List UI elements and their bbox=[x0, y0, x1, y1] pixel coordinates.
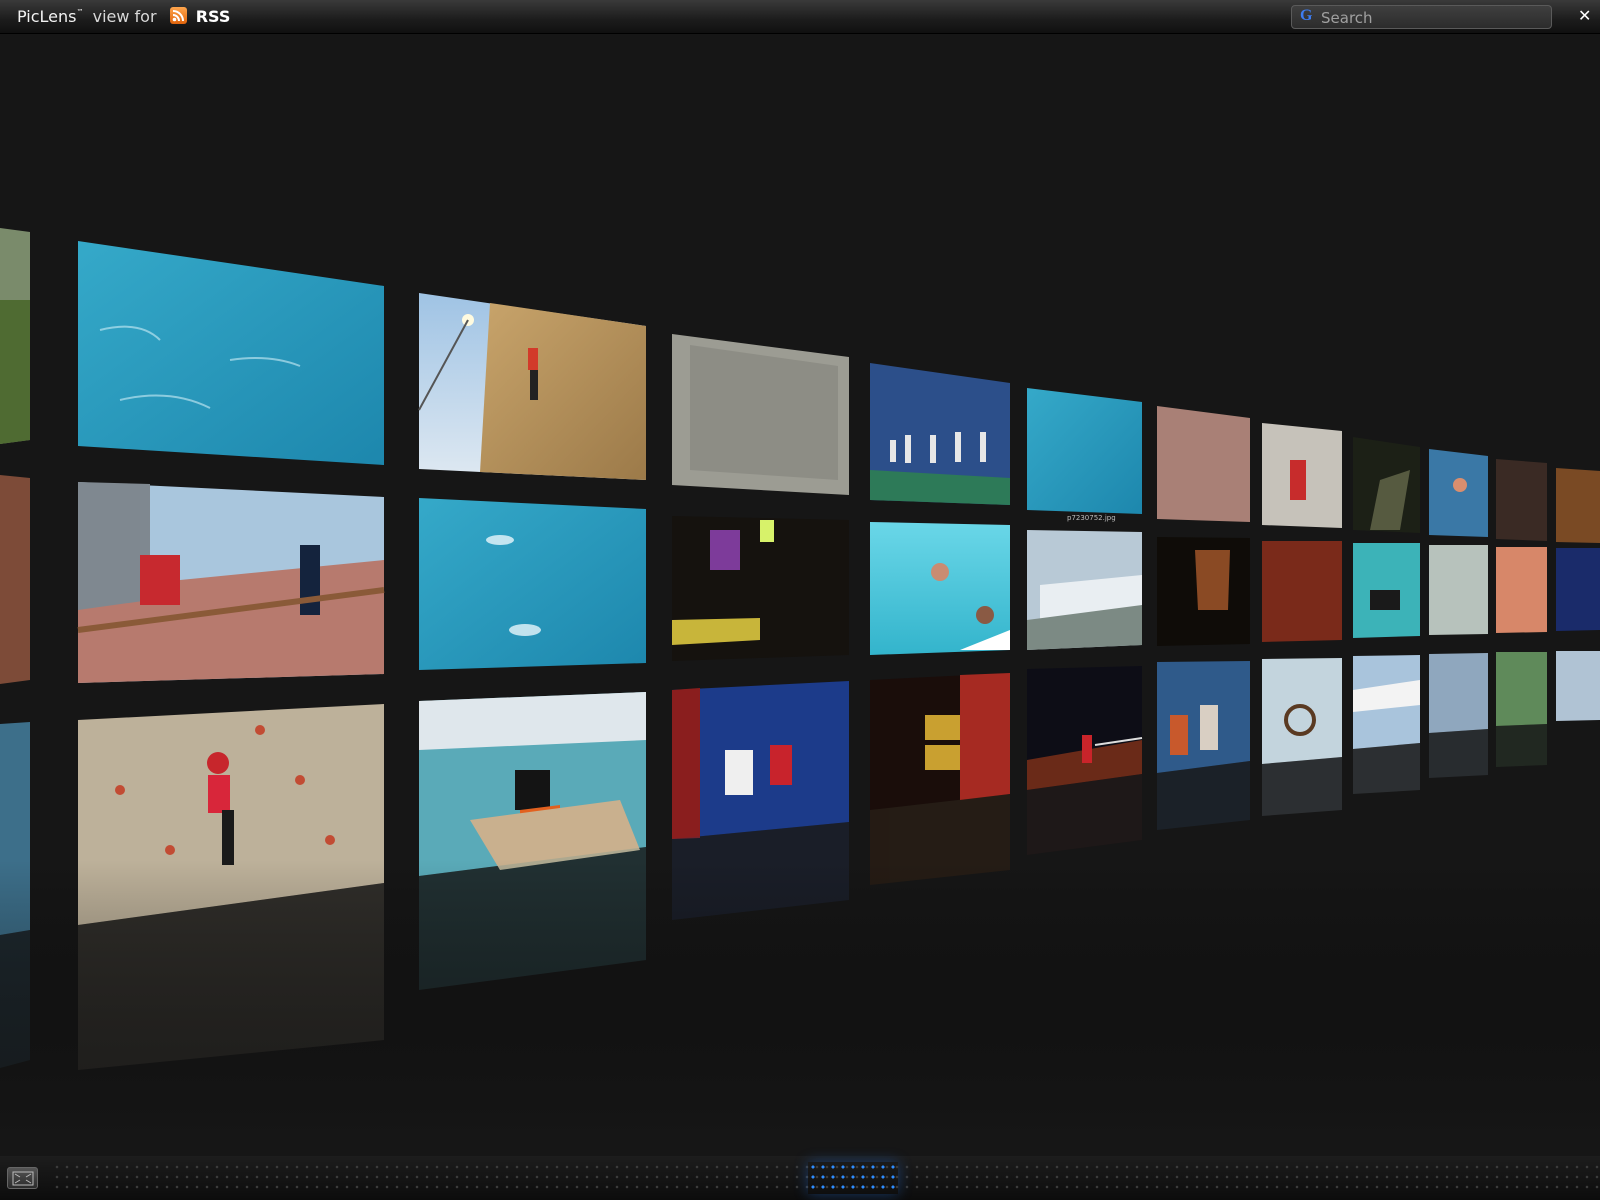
photo-tile[interactable] bbox=[672, 681, 849, 839]
photo-tile[interactable] bbox=[0, 475, 30, 684]
photo-tile[interactable] bbox=[1157, 661, 1250, 773]
fullscreen-icon bbox=[12, 1171, 34, 1186]
photo-tile[interactable] bbox=[870, 673, 1010, 810]
photo-tile[interactable] bbox=[1496, 652, 1547, 726]
photo-tile[interactable] bbox=[1262, 541, 1342, 642]
bottom-bar bbox=[0, 1156, 1600, 1200]
photo-tile[interactable] bbox=[419, 498, 646, 670]
photo-tile[interactable] bbox=[1353, 655, 1420, 749]
scrollbar-thumb[interactable] bbox=[808, 1162, 898, 1194]
photo-tile[interactable] bbox=[870, 522, 1010, 655]
photo-tile[interactable] bbox=[1262, 423, 1342, 528]
photo-wall bbox=[0, 228, 1600, 1140]
photo-tile[interactable] bbox=[419, 692, 646, 876]
photo-tile[interactable] bbox=[78, 241, 384, 465]
photo-tile[interactable] bbox=[1429, 545, 1488, 635]
photo-tile[interactable] bbox=[77, 482, 385, 683]
photo-tile[interactable] bbox=[418, 293, 646, 480]
photo-tile[interactable] bbox=[1496, 547, 1547, 633]
photo-tile[interactable] bbox=[1556, 651, 1600, 721]
photo-tile[interactable] bbox=[1027, 666, 1143, 790]
photo-tile[interactable] bbox=[1429, 653, 1488, 733]
photo-tile[interactable] bbox=[1027, 530, 1142, 650]
photo-tile[interactable] bbox=[870, 363, 1010, 505]
photo-tile[interactable] bbox=[1556, 468, 1600, 543]
photo-tile[interactable] bbox=[1262, 658, 1342, 764]
photo-tile[interactable] bbox=[1027, 388, 1142, 514]
photo-tile[interactable] bbox=[1429, 449, 1488, 537]
fullscreen-button[interactable] bbox=[7, 1167, 38, 1189]
photo-tile[interactable] bbox=[1496, 459, 1547, 541]
photo-tile[interactable] bbox=[1157, 406, 1250, 522]
photo-tile[interactable] bbox=[1353, 543, 1420, 638]
photo-caption: p7230752.jpg bbox=[1067, 514, 1116, 522]
photo-tile[interactable] bbox=[1157, 537, 1250, 646]
photo-tile[interactable] bbox=[672, 516, 849, 661]
photo-tile[interactable] bbox=[1556, 548, 1600, 631]
